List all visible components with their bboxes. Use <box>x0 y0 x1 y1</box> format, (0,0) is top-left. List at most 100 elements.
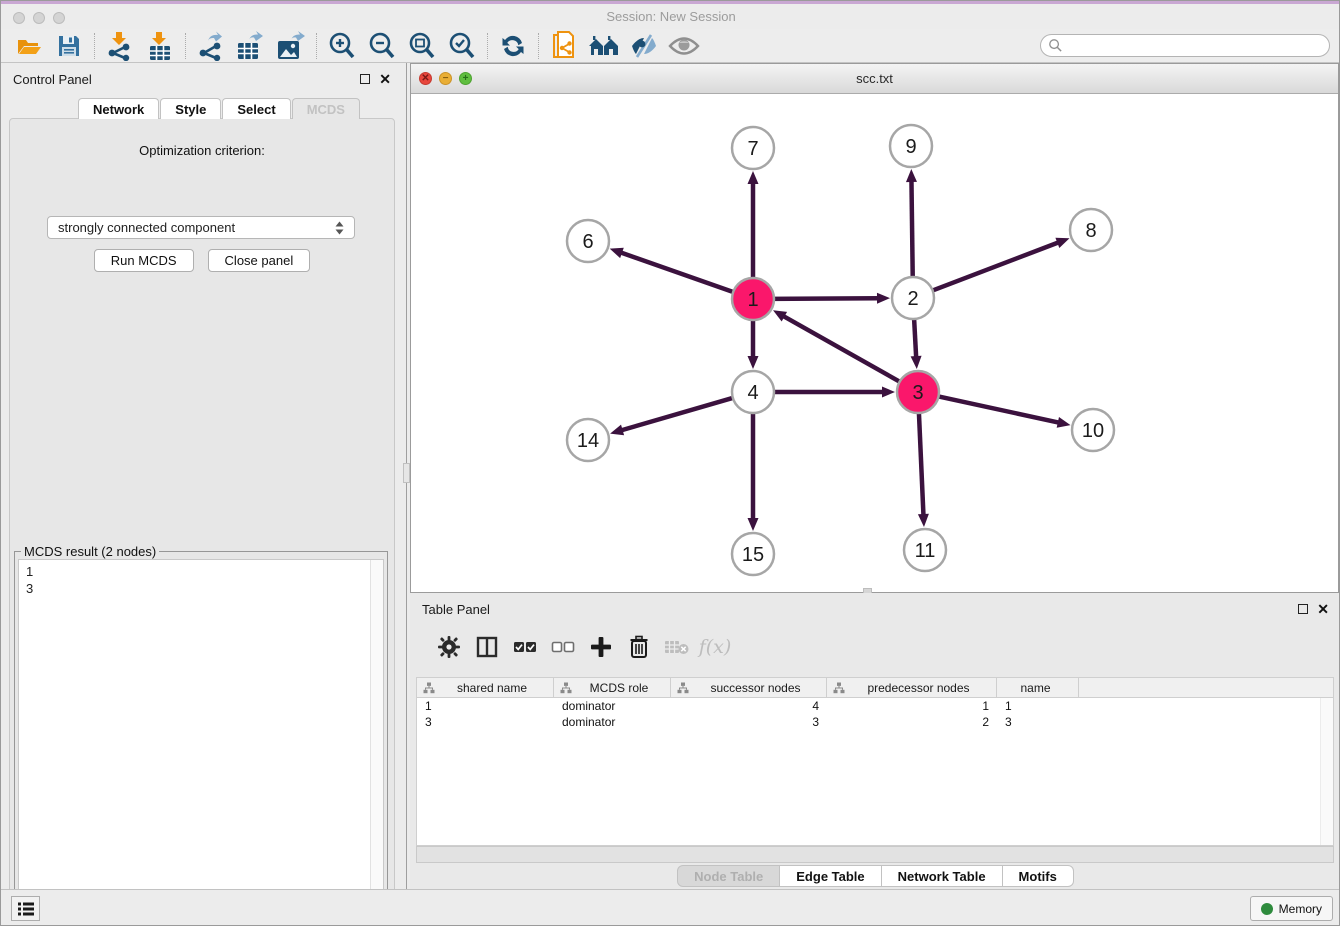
graph-node-label: 7 <box>747 138 758 160</box>
show-all-button[interactable] <box>664 31 704 61</box>
column-settings-button[interactable] <box>430 630 468 664</box>
column-header-name[interactable]: name <box>997 678 1079 697</box>
panel-splitter[interactable] <box>403 63 410 891</box>
minimize-window-button[interactable] <box>33 12 45 24</box>
select-all-button[interactable] <box>506 630 544 664</box>
column-header-shared-name[interactable]: shared name <box>417 678 554 697</box>
import-network-button[interactable] <box>100 31 140 61</box>
hide-selected-icon <box>628 33 660 59</box>
close-panel-button[interactable]: Close panel <box>208 249 311 272</box>
trash-icon <box>629 635 649 659</box>
column-header-successor-nodes[interactable]: successor nodes <box>671 678 827 697</box>
window-controls <box>13 12 65 24</box>
tab-network-table[interactable]: Network Table <box>882 865 1003 887</box>
graph-edge-4-14[interactable] <box>621 397 736 430</box>
column-header-mcds-role[interactable]: MCDS role <box>554 678 671 697</box>
zoom-selected-button[interactable] <box>442 31 482 61</box>
mcds-result-title: MCDS result (2 nodes) <box>21 544 159 559</box>
hide-selected-button[interactable] <box>624 31 664 61</box>
graph-edge-arrowhead <box>748 518 759 531</box>
graph-edge-2-9[interactable] <box>911 180 912 280</box>
add-column-button[interactable] <box>582 630 620 664</box>
result-scrollbar[interactable] <box>370 560 383 924</box>
import-network-icon <box>106 31 134 61</box>
optimization-criterion-select[interactable]: strongly connected component <box>47 216 355 239</box>
splitter-grip[interactable] <box>403 463 410 483</box>
maximize-window-button[interactable] <box>53 12 65 24</box>
graph-edge-3-10[interactable] <box>936 396 1060 423</box>
cell-successor-nodes[interactable]: 4 <box>671 698 827 714</box>
graph-edge-arrowhead <box>1055 238 1069 248</box>
cell-shared-name[interactable]: 3 <box>417 714 554 730</box>
control-panel-title: Control Panel <box>13 72 92 87</box>
run-mcds-button[interactable]: Run MCDS <box>94 249 194 272</box>
delete-row-button[interactable] <box>620 630 658 664</box>
memory-button[interactable]: Memory <box>1250 896 1333 921</box>
close-panel-icon[interactable]: ✕ <box>379 74 391 84</box>
tab-style[interactable]: Style <box>160 98 221 119</box>
cell-predecessor-nodes[interactable]: 2 <box>827 714 997 730</box>
table-scrollbar[interactable] <box>1320 698 1333 845</box>
network-close-button[interactable]: ✕ <box>419 72 432 85</box>
cell-name[interactable]: 3 <box>997 714 1079 730</box>
cell-mcds-role[interactable]: dominator <box>554 698 671 714</box>
network-maximize-button[interactable]: + <box>459 72 472 85</box>
tab-edge-table[interactable]: Edge Table <box>780 865 881 887</box>
zoom-fit-icon <box>407 31 437 61</box>
cell-successor-nodes[interactable]: 3 <box>671 714 827 730</box>
save-session-button[interactable] <box>49 31 89 61</box>
tab-network[interactable]: Network <box>78 98 159 119</box>
zoom-out-button[interactable] <box>362 31 402 61</box>
cell-shared-name[interactable]: 1 <box>417 698 554 714</box>
search-input[interactable] <box>1063 39 1329 53</box>
function-builder-button[interactable]: f(x) <box>696 630 734 664</box>
close-table-panel-icon[interactable]: ✕ <box>1317 604 1329 614</box>
plus-icon <box>590 636 612 658</box>
export-image-button[interactable] <box>271 31 311 61</box>
zoom-fit-button[interactable] <box>402 31 442 61</box>
apply-layout-button[interactable] <box>493 31 533 61</box>
network-window-titlebar[interactable]: ✕ − + scc.txt <box>411 64 1338 94</box>
graph-edge-1-2[interactable] <box>771 298 879 299</box>
network-minimize-button[interactable]: − <box>439 72 452 85</box>
deselect-all-button[interactable] <box>544 630 582 664</box>
tab-node-table[interactable]: Node Table <box>677 865 780 887</box>
mcds-result-textarea[interactable]: 1 3 <box>18 559 384 925</box>
graph-edge-2-3[interactable] <box>914 316 916 358</box>
table-tabs: Node Table Edge Table Network Table Moti… <box>410 865 1340 887</box>
tab-motifs[interactable]: Motifs <box>1003 865 1074 887</box>
attribute-tree-icon <box>423 682 435 694</box>
search-box <box>1040 34 1330 57</box>
control-panel-header: Control Panel ✕ <box>1 63 403 95</box>
column-header-predecessor-nodes[interactable]: predecessor nodes <box>827 678 997 697</box>
float-table-panel-icon[interactable] <box>1298 604 1308 614</box>
clone-network-button[interactable] <box>544 31 584 61</box>
tab-mcds[interactable]: MCDS <box>292 98 360 119</box>
tab-select[interactable]: Select <box>222 98 290 119</box>
export-network-button[interactable] <box>191 31 231 61</box>
graph-edge-3-11[interactable] <box>919 410 924 516</box>
open-session-button[interactable] <box>9 31 49 61</box>
table-row[interactable]: 1 dominator 4 1 1 <box>417 698 1333 714</box>
float-panel-icon[interactable] <box>360 74 370 84</box>
table-row[interactable]: 3 dominator 3 2 3 <box>417 714 1333 730</box>
graph-edge-1-6[interactable] <box>620 252 736 293</box>
graph-edge-3-1[interactable] <box>783 316 903 383</box>
first-neighbors-button[interactable] <box>584 31 624 61</box>
graph-edge-2-8[interactable] <box>930 242 1059 291</box>
task-history-button[interactable] <box>11 896 40 921</box>
zoom-in-button[interactable] <box>322 31 362 61</box>
toolbar-separator <box>94 33 95 59</box>
close-window-button[interactable] <box>13 12 25 24</box>
network-canvas[interactable]: 1234678910111415 <box>411 94 1338 592</box>
table-panel-title: Table Panel <box>422 602 490 617</box>
import-table-button[interactable] <box>140 31 180 61</box>
table-horizontal-scrollbar[interactable] <box>416 846 1334 863</box>
cell-name[interactable]: 1 <box>997 698 1079 714</box>
export-table-button[interactable] <box>231 31 271 61</box>
cell-mcds-role[interactable]: dominator <box>554 714 671 730</box>
panel-mode-button[interactable] <box>468 630 506 664</box>
delete-column-button[interactable] <box>658 630 696 664</box>
cell-predecessor-nodes[interactable]: 1 <box>827 698 997 714</box>
export-table-icon <box>235 31 267 61</box>
